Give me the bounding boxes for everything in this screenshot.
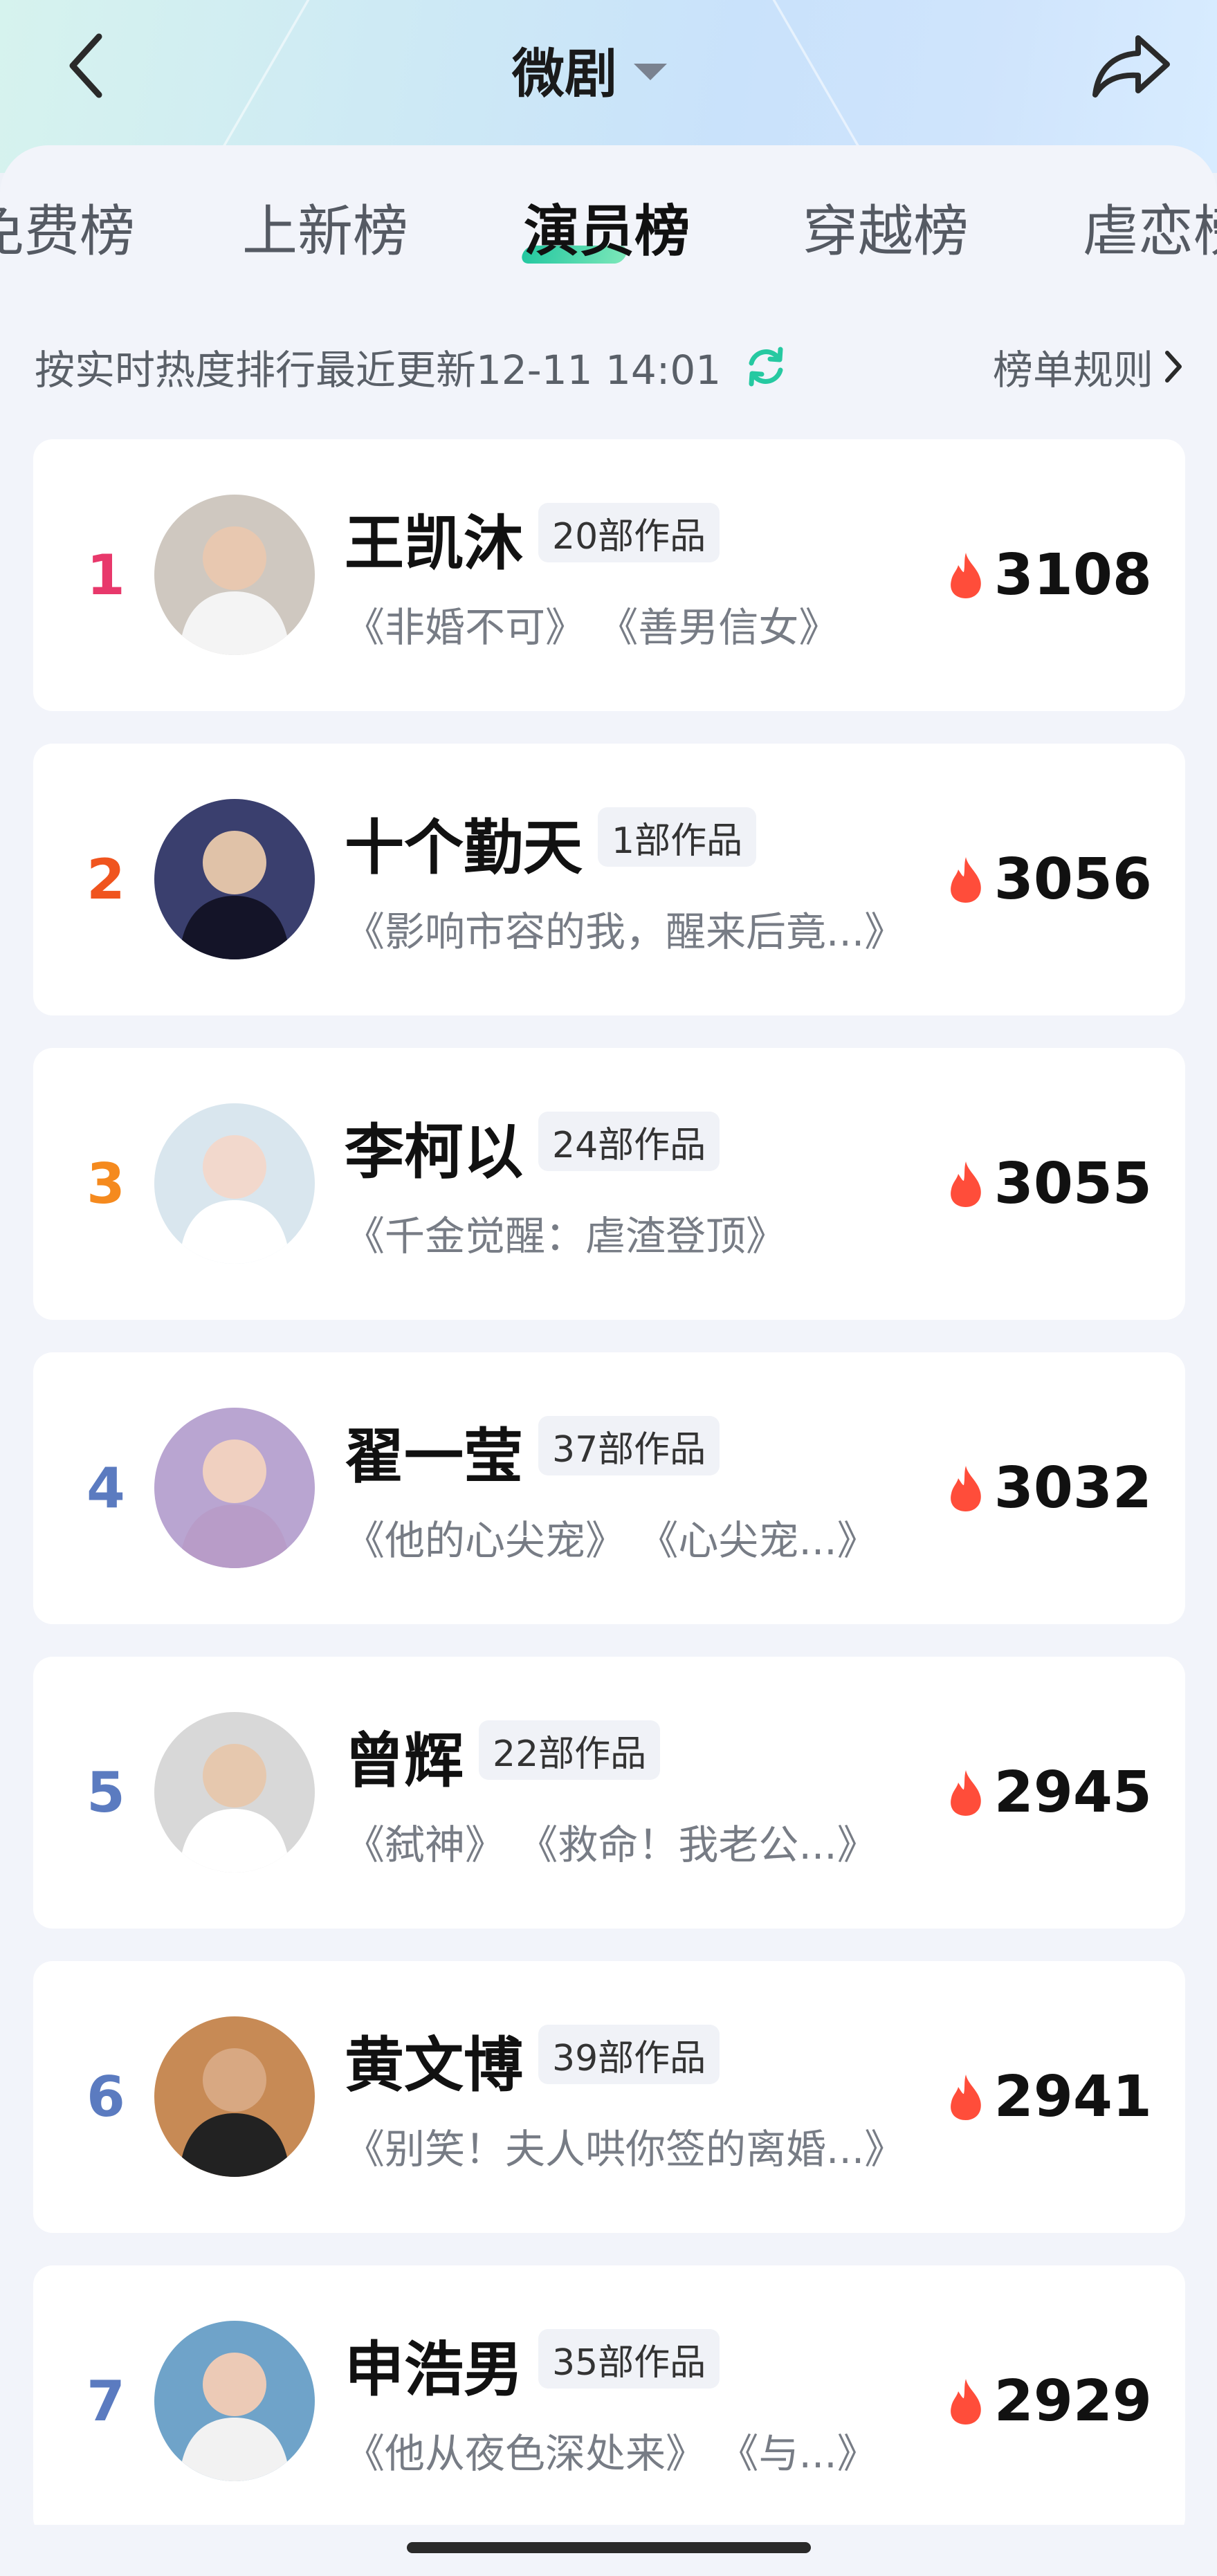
heat-value: 3108 bbox=[994, 542, 1152, 608]
title-dropdown[interactable]: 微剧 bbox=[512, 31, 667, 107]
tab-actors[interactable]: 演员榜 bbox=[524, 187, 690, 267]
update-text: 按实时热度排行最近更新12-11 14:01 bbox=[35, 347, 722, 394]
works-count-badge: 1部作品 bbox=[597, 807, 757, 867]
heat-value: 2945 bbox=[994, 1760, 1152, 1825]
tab-free[interactable]: 免费榜 bbox=[0, 187, 135, 267]
actor-card-4[interactable]: 4 翟一莹 37部作品 《他的心尖宠》 《心尖宠...》 3032 bbox=[33, 1352, 1185, 1624]
rules-link[interactable]: 榜单规则 bbox=[993, 332, 1184, 401]
tab-new[interactable]: 上新榜 bbox=[242, 187, 408, 267]
heat-value: 3055 bbox=[994, 1151, 1152, 1217]
heat-value: 2929 bbox=[994, 2368, 1152, 2434]
flame-icon bbox=[950, 2074, 981, 2120]
actor-name: 曾辉 bbox=[345, 1727, 464, 1796]
share-arrow-icon bbox=[1092, 35, 1170, 98]
works-count-badge: 37部作品 bbox=[538, 1416, 720, 1475]
actor-card-6[interactable]: 6 黄文博 39部作品 《别笑！夫人哄你签的离婚...》 2941 bbox=[33, 1961, 1185, 2233]
rules-label: 榜单规则 bbox=[992, 347, 1153, 394]
featured-dramas: 《非婚不可》 《善男信女》 bbox=[345, 604, 839, 651]
works-count-badge: 20部作品 bbox=[538, 503, 720, 562]
heat-value: 2941 bbox=[994, 2064, 1152, 2130]
actor-name: 十个勤天 bbox=[345, 813, 583, 883]
flame-icon bbox=[950, 856, 981, 903]
featured-dramas: 《千金觉醒：虐渣登顶》 bbox=[345, 1213, 787, 1260]
avatar[interactable] bbox=[154, 1712, 315, 1873]
avatar[interactable] bbox=[154, 799, 315, 959]
tab-time-travel[interactable]: 穿越榜 bbox=[803, 187, 969, 267]
featured-dramas: 《他的心尖宠》 《心尖宠...》 bbox=[345, 1517, 877, 1564]
actor-card-1[interactable]: 1 王凯沐 20部作品 《非婚不可》 《善男信女》 3108 bbox=[33, 439, 1185, 711]
actor-card-3[interactable]: 3 李柯以 24部作品 《千金觉醒：虐渣登顶》 3055 bbox=[33, 1048, 1185, 1320]
caret-down-icon bbox=[634, 64, 667, 80]
rank-number: 7 bbox=[86, 2369, 125, 2434]
flame-icon bbox=[950, 552, 981, 598]
featured-dramas: 《别笑！夫人哄你签的离婚...》 bbox=[345, 2126, 905, 2173]
rank-number: 5 bbox=[86, 1760, 125, 1825]
works-count-badge: 22部作品 bbox=[478, 1720, 661, 1780]
actor-name: 翟一莹 bbox=[345, 1422, 523, 1491]
rank-number: 6 bbox=[86, 2065, 125, 2129]
flame-icon bbox=[950, 2378, 981, 2425]
page-title: 微剧 bbox=[512, 43, 617, 104]
back-button[interactable] bbox=[55, 28, 118, 104]
avatar[interactable] bbox=[154, 1103, 315, 1264]
rank-number: 2 bbox=[86, 847, 125, 912]
heat-score: 3108 bbox=[947, 439, 1152, 711]
chevron-left-icon bbox=[69, 33, 102, 98]
rank-number: 3 bbox=[86, 1152, 125, 1216]
tab-bar: 免费榜 上新榜 演员榜 穿越榜 虐恋榜 bbox=[0, 187, 1217, 277]
heat-score: 2929 bbox=[947, 2265, 1152, 2537]
tab-romance[interactable]: 虐恋榜 bbox=[1083, 187, 1217, 267]
actor-card-2[interactable]: 2 十个勤天 1部作品 《影响市容的我，醒来后竟...》 3056 bbox=[33, 744, 1185, 1015]
avatar[interactable] bbox=[154, 2321, 315, 2481]
avatar[interactable] bbox=[154, 1408, 315, 1568]
featured-dramas: 《弑神》 《救命！我老公...》 bbox=[345, 1821, 877, 1868]
refresh-icon[interactable] bbox=[742, 342, 790, 391]
avatar[interactable] bbox=[154, 495, 315, 655]
heat-score: 2945 bbox=[947, 1657, 1152, 1929]
share-button[interactable] bbox=[1086, 28, 1176, 104]
works-count-badge: 39部作品 bbox=[538, 2025, 720, 2084]
avatar[interactable] bbox=[154, 2016, 315, 2177]
actor-name: 黄文博 bbox=[345, 2031, 523, 2100]
flame-icon bbox=[950, 1465, 981, 1511]
rank-number: 4 bbox=[86, 1456, 125, 1520]
actor-card-7[interactable]: 7 申浩男 35部作品 《他从夜色深处来》 《与...》 2929 bbox=[33, 2265, 1185, 2537]
home-indicator[interactable] bbox=[407, 2542, 811, 2553]
works-count-badge: 24部作品 bbox=[538, 1112, 720, 1171]
actor-name: 王凯沐 bbox=[345, 509, 523, 578]
actor-name: 李柯以 bbox=[345, 1118, 523, 1187]
heat-score: 3055 bbox=[947, 1048, 1152, 1320]
actor-card-5[interactable]: 5 曾辉 22部作品 《弑神》 《救命！我老公...》 2945 bbox=[33, 1657, 1185, 1929]
chevron-right-icon bbox=[1165, 351, 1182, 383]
heat-score: 2941 bbox=[947, 1961, 1152, 2233]
heat-score: 3056 bbox=[947, 744, 1152, 1015]
flame-icon bbox=[950, 1769, 981, 1816]
featured-dramas: 《影响市容的我，醒来后竟...》 bbox=[345, 908, 905, 955]
rank-number: 1 bbox=[86, 543, 125, 607]
heat-value: 3032 bbox=[994, 1455, 1152, 1521]
heat-score: 3032 bbox=[947, 1352, 1152, 1624]
flame-icon bbox=[950, 1161, 981, 1207]
works-count-badge: 35部作品 bbox=[538, 2329, 720, 2389]
actor-name: 申浩男 bbox=[345, 2335, 523, 2404]
featured-dramas: 《他从夜色深处来》 《与...》 bbox=[345, 2430, 877, 2477]
heat-value: 3056 bbox=[994, 847, 1152, 912]
